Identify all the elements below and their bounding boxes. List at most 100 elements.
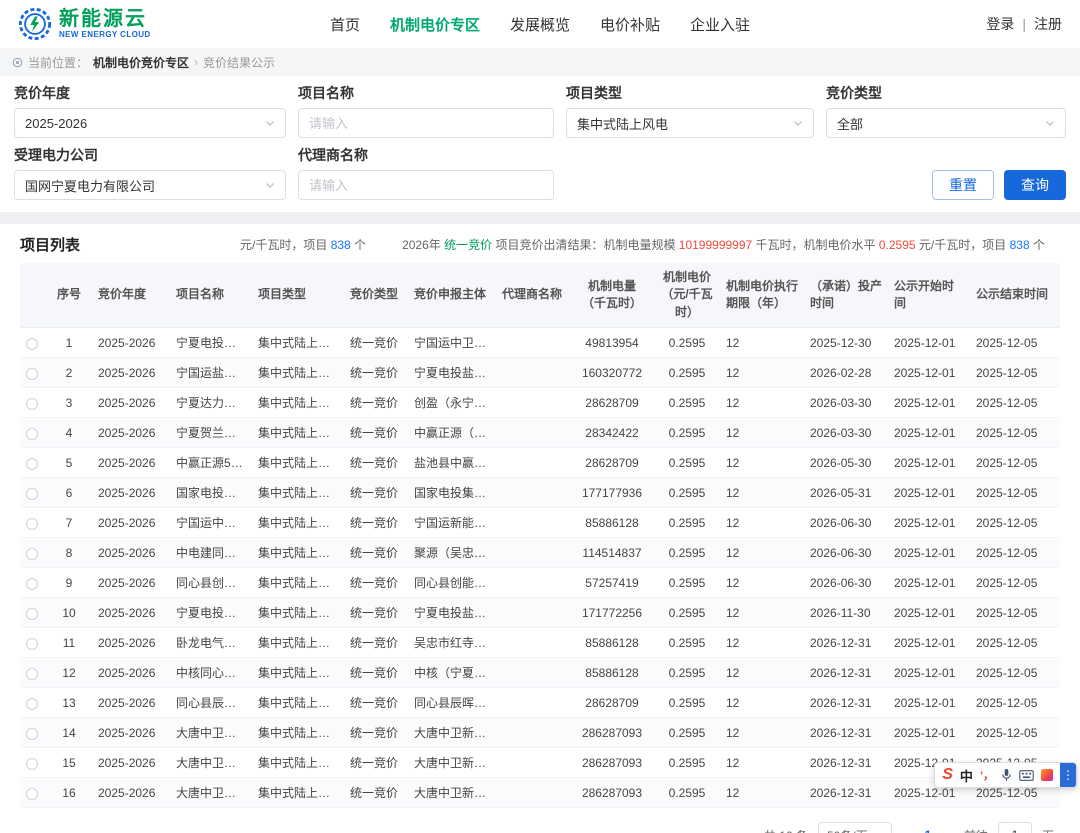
table-cell: 2025-12-05 (970, 478, 1060, 508)
filter-input[interactable] (298, 108, 554, 138)
table-row: 52025-2026中赢正源5万千...集中式陆上风电统一竞价盐池县中赢清...… (20, 448, 1060, 478)
table-cell: 国家电投集团... (408, 478, 496, 508)
filter-select[interactable]: 全部 (826, 108, 1066, 138)
row-radio[interactable] (26, 488, 38, 500)
table-cell: 286287093 (570, 748, 654, 778)
clearing-result-notice: 元/千瓦时，项目 838 个 2026年 统一竞价 项目竞价出清结果：机制电量规… (240, 236, 1060, 253)
row-radio[interactable] (26, 608, 38, 620)
nav-item-4[interactable]: 企业入驻 (690, 14, 750, 35)
table-row: 12025-2026宁夏电投中卫...集中式陆上风电统一竞价宁国运中卫新...4… (20, 328, 1060, 358)
table-cell: 宁国运中宁徐... (170, 508, 252, 538)
project-table: 序号竞价年度项目名称项目类型竞价类型竞价申报主体代理商名称机制电量 （千瓦时）机… (20, 263, 1060, 808)
row-radio[interactable] (26, 428, 38, 440)
section-divider (0, 212, 1080, 224)
ime-more-icon[interactable]: ⋮ (1060, 763, 1076, 787)
current-page[interactable]: 1 (921, 828, 936, 833)
row-radio[interactable] (26, 368, 38, 380)
login-link[interactable]: 登录 (986, 14, 1014, 34)
ime-toolbar[interactable]: S 中 ’， ⋮ (934, 762, 1077, 788)
filter-select[interactable]: 国网宁夏电力有限公司 (14, 170, 286, 200)
filter-panel: 竞价年度2025-2026项目名称项目类型集中式陆上风电竞价类型全部 受理电力公… (0, 76, 1080, 212)
row-radio[interactable] (26, 728, 38, 740)
table-cell: 2025-2026 (92, 418, 170, 448)
sogou-logo-icon[interactable]: S (942, 767, 953, 783)
nav-item-0[interactable]: 首页 (330, 14, 360, 35)
goto-page-input[interactable] (998, 822, 1032, 833)
row-radio[interactable] (26, 668, 38, 680)
filter-label: 竞价年度 (14, 84, 286, 102)
search-button[interactable]: 查询 (1004, 170, 1066, 200)
table-cell: 13 (46, 688, 92, 718)
register-link[interactable]: 注册 (1034, 14, 1062, 34)
row-radio[interactable] (26, 638, 38, 650)
table-cell: 国家电投集团... (170, 478, 252, 508)
row-radio[interactable] (26, 398, 38, 410)
filter-select[interactable]: 集中式陆上风电 (566, 108, 814, 138)
ime-punctuation-icon[interactable]: ’， (980, 767, 994, 783)
table-cell: 2025-12-05 (970, 568, 1060, 598)
ime-language-toggle[interactable]: 中 (960, 766, 973, 785)
table-cell (496, 328, 570, 358)
row-radio[interactable] (26, 518, 38, 530)
table-cell: 0.2595 (654, 748, 720, 778)
microphone-icon[interactable] (1001, 768, 1012, 782)
table-cell: 2025-2026 (92, 478, 170, 508)
table-cell: 0.2595 (654, 358, 720, 388)
row-radio[interactable] (26, 788, 38, 800)
column-header: 竞价年度 (92, 263, 170, 328)
table-cell: 2025-12-01 (888, 718, 970, 748)
row-radio[interactable] (26, 698, 38, 710)
filter-actions: 重置查询 (826, 146, 1066, 200)
next-page-button[interactable]: › (945, 827, 954, 833)
filter-label: 代理商名称 (298, 146, 554, 164)
row-radio[interactable] (26, 458, 38, 470)
table-cell: 集中式陆上风电 (252, 358, 344, 388)
notice-segment: 10199999997 (679, 238, 752, 252)
filter-input[interactable] (298, 170, 554, 200)
table-cell: 大唐中卫新能... (408, 748, 496, 778)
table-cell: 2025-12-05 (970, 598, 1060, 628)
table-cell: 12 (720, 628, 804, 658)
table-cell: 2025-12-01 (888, 628, 970, 658)
table-cell: 12 (720, 508, 804, 538)
table-cell: 0.2595 (654, 418, 720, 448)
table-cell: 大唐中卫新能... (408, 718, 496, 748)
row-radio[interactable] (26, 758, 38, 770)
table-cell: 2025-2026 (92, 658, 170, 688)
table-cell: 创盈（永宁县... (408, 388, 496, 418)
table-cell: 0.2595 (654, 658, 720, 688)
reset-button[interactable]: 重置 (932, 170, 994, 200)
row-radio[interactable] (26, 548, 38, 560)
row-radio[interactable] (26, 338, 38, 350)
pagination: 共 16 条 50条/页 ‹ 1 › 前往 页 (20, 808, 1060, 833)
column-header: 竞价申报主体 (408, 263, 496, 328)
table-cell: 统一竞价 (344, 718, 408, 748)
nav-item-3[interactable]: 电价补贴 (600, 14, 660, 35)
table-cell: 2025-12-05 (970, 448, 1060, 478)
table-cell: 114514837 (570, 538, 654, 568)
nav-item-1[interactable]: 机制电价专区 (390, 14, 480, 35)
notice-segment: 千瓦时，机制电价水平 (752, 238, 879, 252)
notice-segment: 0.2595 (879, 238, 916, 252)
breadcrumb-section[interactable]: 机制电价竞价专区 (93, 54, 189, 71)
table-cell: 2026-06-30 (804, 538, 888, 568)
table-cell: 2025-2026 (92, 628, 170, 658)
table-cell: 286287093 (570, 778, 654, 808)
page-size-select[interactable]: 50条/页 (818, 822, 892, 833)
location-pin-icon (12, 57, 23, 68)
table-cell: 统一竞价 (344, 328, 408, 358)
toolbox-icon[interactable] (1041, 769, 1053, 781)
table-cell: 49813954 (570, 328, 654, 358)
table-cell: 12 (720, 748, 804, 778)
table-cell: 统一竞价 (344, 688, 408, 718)
filter-select[interactable]: 2025-2026 (14, 108, 286, 138)
table-row: 72025-2026宁国运中宁徐...集中式陆上风电统一竞价宁国运新能源...8… (20, 508, 1060, 538)
column-header: 公示结束时间 (970, 263, 1060, 328)
keyboard-icon[interactable] (1019, 770, 1034, 781)
breadcrumb-separator: › (194, 55, 198, 69)
prev-page-button[interactable]: ‹ (902, 827, 911, 833)
nav-item-2[interactable]: 发展概览 (510, 14, 570, 35)
filter-field: 代理商名称 (298, 146, 554, 200)
logo-subtitle: NEW ENERGY CLOUD (59, 30, 151, 39)
row-radio[interactable] (26, 578, 38, 590)
